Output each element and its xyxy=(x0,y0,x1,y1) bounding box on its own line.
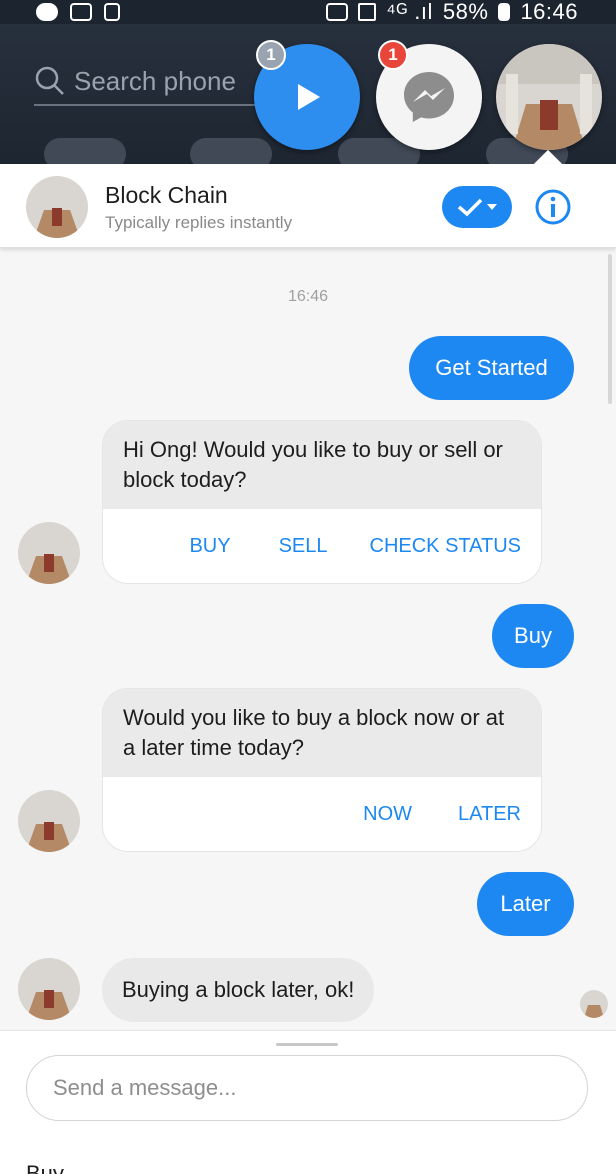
play-icon xyxy=(298,84,320,110)
messenger-chat-head[interactable]: 1 xyxy=(376,40,482,150)
library-photo-icon xyxy=(18,790,80,852)
messenger-panel: Block Chain Typically replies instantly … xyxy=(0,164,616,1174)
messenger-badge: 1 xyxy=(378,40,408,70)
cast-icon xyxy=(326,3,349,21)
scrollbar[interactable] xyxy=(608,254,612,404)
battery-level: 58% xyxy=(442,0,489,24)
phone-search-bar[interactable]: Search phone xyxy=(34,58,284,106)
library-photo-icon xyxy=(18,958,80,1020)
video-badge: 1 xyxy=(256,40,286,70)
drag-handle[interactable] xyxy=(276,1043,338,1046)
bot-question-card: Hi Ong! Would you like to buy or sell or… xyxy=(102,420,542,584)
card-message: Hi Ong! Would you like to buy or sell or… xyxy=(103,421,541,509)
search-placeholder: Search phone xyxy=(74,65,236,96)
library-photo-icon xyxy=(26,176,88,238)
library-photo-icon xyxy=(496,44,602,150)
clipboard-notification-icon xyxy=(104,3,120,21)
contact-status: Typically replies instantly xyxy=(105,213,293,232)
outgoing-message: Get Started xyxy=(409,336,574,400)
block-chain-chat-head[interactable] xyxy=(496,44,602,150)
now-button[interactable]: NOW xyxy=(351,803,446,826)
library-photo-icon xyxy=(18,522,80,584)
clock: 16:46 xyxy=(520,0,578,24)
later-button[interactable]: LATER xyxy=(446,803,521,826)
message-timestamp: 16:46 xyxy=(287,288,329,305)
contact-name: Block Chain xyxy=(105,182,228,208)
caret-down-icon xyxy=(487,204,497,210)
quick-reply-suggestion[interactable]: Buy xyxy=(26,1161,64,1174)
info-icon[interactable] xyxy=(534,188,572,226)
video-chat-head[interactable]: 1 xyxy=(254,40,360,150)
confirm-button[interactable] xyxy=(442,186,512,228)
messenger-icon xyxy=(404,72,454,122)
read-receipt-avatar xyxy=(580,990,608,1018)
sell-button[interactable]: SELL xyxy=(267,535,358,558)
battery-icon xyxy=(498,3,511,21)
card-buttons: BUY SELL CHECK STATUS xyxy=(103,509,541,583)
checkmark-icon xyxy=(457,198,483,217)
video-notification-icon xyxy=(70,3,92,21)
bot-avatar[interactable] xyxy=(18,958,80,1020)
messenger-notification-icon xyxy=(36,3,58,21)
buy-button[interactable]: BUY xyxy=(177,535,266,558)
status-bar: ⁴ᴳ .ıl 58% 16:46 xyxy=(0,0,616,24)
signal-icon: ⁴ᴳ .ıl xyxy=(386,0,433,24)
check-status-button[interactable]: CHECK STATUS xyxy=(358,535,522,558)
bot-avatar[interactable] xyxy=(18,790,80,852)
search-icon xyxy=(35,66,64,95)
message-input[interactable] xyxy=(26,1055,588,1121)
library-photo-icon xyxy=(580,990,608,1018)
card-buttons: NOW LATER xyxy=(103,777,541,851)
card-message: Would you like to buy a block now or at … xyxy=(103,689,541,777)
contact-avatar[interactable] xyxy=(26,176,88,238)
mute-icon xyxy=(358,3,377,21)
outgoing-message: Later xyxy=(477,872,574,936)
chat-header: Block Chain Typically replies instantly xyxy=(0,164,616,248)
incoming-message: Buying a block later, ok! xyxy=(102,958,375,1022)
bot-question-card: Would you like to buy a block now or at … xyxy=(102,688,542,852)
bot-avatar[interactable] xyxy=(18,522,80,584)
outgoing-message: Buy xyxy=(492,604,574,668)
message-composer: Buy xyxy=(0,1030,616,1174)
